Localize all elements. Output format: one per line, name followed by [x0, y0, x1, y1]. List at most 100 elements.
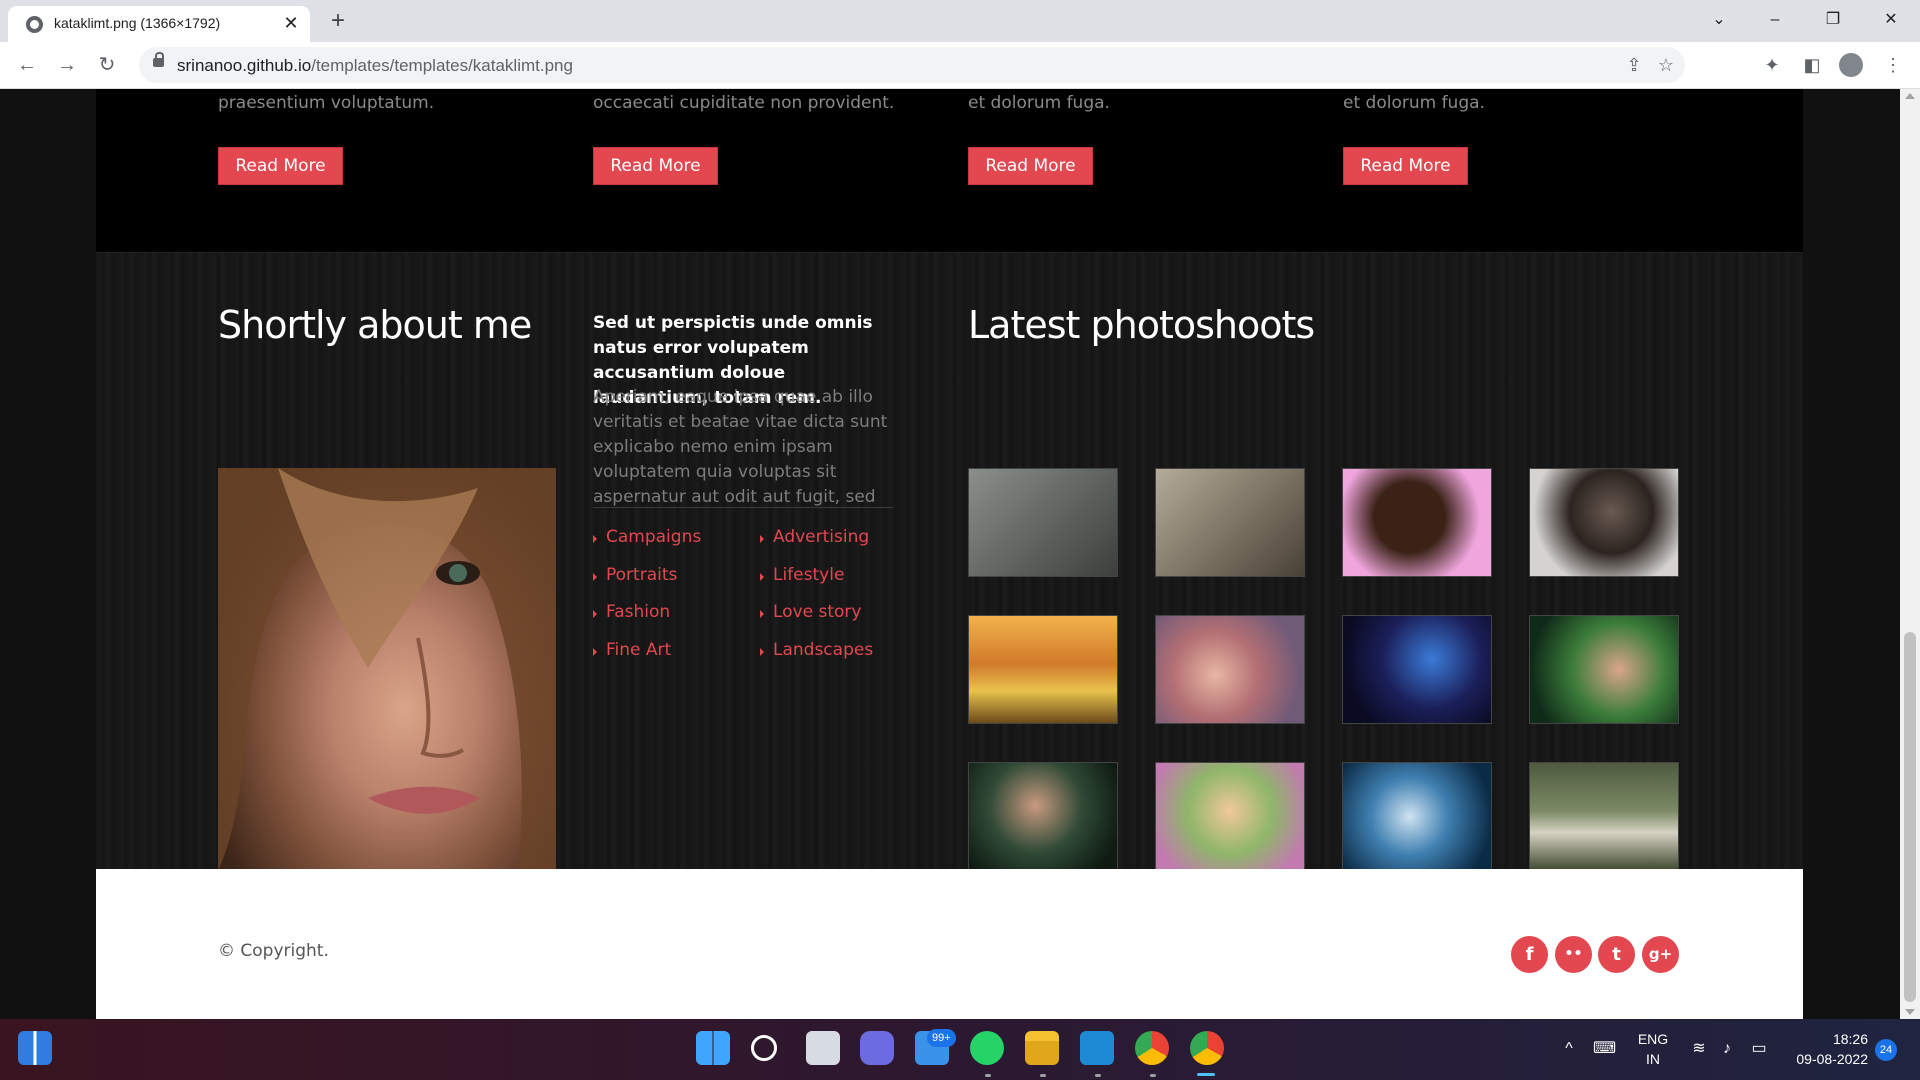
- bullet-arrow-icon: [760, 648, 764, 656]
- search-icon[interactable]: [751, 1035, 777, 1061]
- task-view-icon[interactable]: [806, 1031, 840, 1065]
- portrait-illustration: [218, 468, 556, 871]
- page-scrollbar[interactable]: [1900, 89, 1920, 1019]
- category-link-fine-art[interactable]: Fine Art: [606, 640, 671, 660]
- chrome-icon[interactable]: [1135, 1031, 1169, 1065]
- about-divider: [593, 507, 893, 508]
- battery-icon[interactable]: ▭: [1748, 1038, 1770, 1060]
- read-more-button[interactable]: Read More: [218, 147, 343, 185]
- photo-thumbnail[interactable]: [1342, 762, 1492, 871]
- photo-thumbnail[interactable]: [1342, 468, 1492, 577]
- read-more-button[interactable]: Read More: [1343, 147, 1468, 185]
- photo-thumbnail[interactable]: [968, 762, 1118, 871]
- file-explorer-icon[interactable]: [1025, 1031, 1059, 1065]
- tab-title: kataklimt.png (1366×1792): [54, 15, 221, 31]
- running-indicator: [1150, 1074, 1156, 1077]
- wifi-icon[interactable]: ≋: [1688, 1038, 1710, 1060]
- whatsapp-icon[interactable]: [970, 1031, 1004, 1065]
- scroll-up-arrow-icon[interactable]: [1905, 93, 1915, 99]
- tray-chevron-up-icon[interactable]: ^: [1558, 1038, 1580, 1060]
- photo-thumbnail[interactable]: [1529, 468, 1679, 577]
- service-text: occaecati cupiditate non provident.: [593, 93, 895, 113]
- minimize-button[interactable]: –: [1752, 4, 1798, 36]
- clock-date[interactable]: 09-08-2022: [1778, 1051, 1868, 1067]
- photo-thumbnail[interactable]: [1155, 615, 1305, 724]
- profile-avatar[interactable]: [1839, 53, 1863, 77]
- photo-thumbnail[interactable]: [1529, 615, 1679, 724]
- category-link-fashion[interactable]: Fashion: [606, 602, 670, 622]
- running-indicator: [1095, 1074, 1101, 1077]
- back-button[interactable]: ←: [12, 50, 42, 80]
- menu-kebab-icon[interactable]: ⋮: [1878, 50, 1908, 80]
- bullet-arrow-icon: [760, 610, 764, 618]
- widgets-icon[interactable]: [18, 1031, 52, 1065]
- photo-thumbnail[interactable]: [1155, 468, 1305, 577]
- globe-icon: [26, 16, 43, 33]
- photo-thumbnail[interactable]: [1155, 762, 1305, 871]
- scrollbar-thumb[interactable]: [1904, 632, 1916, 1002]
- os-taskbar: 99+ ^ ⌨ ENG IN ≋ ♪ ▭ 18:26 09-08-2022 24: [0, 1019, 1920, 1080]
- service-text: et dolorum fuga.: [1343, 93, 1485, 113]
- touch-keyboard-icon[interactable]: ⌨: [1593, 1038, 1616, 1060]
- restore-button[interactable]: ❐: [1810, 4, 1856, 36]
- mail-badge: 99+: [927, 1029, 956, 1047]
- google-plus-icon[interactable]: g+: [1642, 936, 1679, 973]
- forward-button[interactable]: →: [52, 50, 82, 80]
- volume-icon[interactable]: ♪: [1716, 1038, 1738, 1060]
- browser-tabbar: kataklimt.png (1366×1792) ✕ + ⌄ – ❐ ✕: [0, 0, 1920, 42]
- bullet-arrow-icon: [593, 535, 597, 543]
- running-indicator: [985, 1074, 991, 1077]
- language-code[interactable]: ENG: [1634, 1031, 1672, 1047]
- facebook-icon[interactable]: f: [1511, 936, 1548, 973]
- bookmark-star-icon[interactable]: ☆: [1654, 53, 1678, 77]
- windows-start-icon[interactable]: [696, 1031, 730, 1065]
- bullet-arrow-icon: [760, 535, 764, 543]
- category-link-landscapes[interactable]: Landscapes: [773, 640, 873, 660]
- service-text: praesentium voluptatum.: [218, 93, 435, 113]
- reload-button[interactable]: ↻: [92, 50, 122, 80]
- vscode-icon[interactable]: [1080, 1031, 1114, 1065]
- photo-thumbnail[interactable]: [968, 468, 1118, 577]
- lock-icon[interactable]: [153, 52, 164, 67]
- bullet-arrow-icon: [593, 610, 597, 618]
- flickr-icon[interactable]: ••: [1555, 936, 1592, 973]
- photo-thumbnail[interactable]: [968, 615, 1118, 724]
- read-more-button[interactable]: Read More: [968, 147, 1093, 185]
- read-more-button[interactable]: Read More: [593, 147, 718, 185]
- bullet-arrow-icon: [760, 573, 764, 581]
- teams-chat-icon[interactable]: [860, 1031, 894, 1065]
- photo-thumbnail[interactable]: [1342, 615, 1492, 724]
- portrait-image: [218, 468, 556, 871]
- page-footer: © Copyright. f •• t g+: [96, 869, 1803, 1019]
- address-bar[interactable]: srinanoo.github.io/templates/templates/k…: [139, 47, 1685, 83]
- language-region[interactable]: IN: [1634, 1051, 1672, 1067]
- running-indicator: [1040, 1074, 1046, 1077]
- new-tab-button[interactable]: +: [324, 8, 352, 36]
- scroll-down-arrow-icon[interactable]: [1905, 1009, 1915, 1015]
- bullet-arrow-icon: [593, 573, 597, 581]
- notification-count-badge[interactable]: 24: [1875, 1039, 1897, 1061]
- url-text[interactable]: srinanoo.github.io/templates/templates/k…: [177, 56, 573, 76]
- category-link-portraits[interactable]: Portraits: [606, 565, 677, 585]
- photo-thumbnail[interactable]: [1529, 762, 1679, 871]
- browser-tab-active[interactable]: kataklimt.png (1366×1792) ✕: [8, 6, 310, 42]
- category-link-lifestyle[interactable]: Lifestyle: [773, 565, 844, 585]
- category-link-advertising[interactable]: Advertising: [773, 527, 869, 547]
- close-tab-icon[interactable]: ✕: [280, 12, 302, 34]
- service-text: et dolorum fuga.: [968, 93, 1110, 113]
- tab-search-chevron-icon[interactable]: ⌄: [1696, 4, 1742, 36]
- extensions-icon[interactable]: ✦: [1757, 50, 1787, 80]
- close-window-button[interactable]: ✕: [1868, 4, 1914, 36]
- share-icon[interactable]: ⇪: [1622, 53, 1646, 77]
- chrome-active-icon[interactable]: [1190, 1031, 1224, 1065]
- bullet-arrow-icon: [593, 648, 597, 656]
- page-container: praesentium voluptatum. Read More occaec…: [96, 89, 1803, 1019]
- active-app-indicator: [1197, 1073, 1215, 1076]
- category-link-love-story[interactable]: Love story: [773, 602, 861, 622]
- clock-time[interactable]: 18:26: [1778, 1031, 1868, 1047]
- twitter-icon[interactable]: t: [1598, 936, 1635, 973]
- side-panel-icon[interactable]: ◧: [1797, 50, 1827, 80]
- category-link-campaigns[interactable]: Campaigns: [606, 527, 701, 547]
- about-title: Shortly about me: [218, 303, 532, 347]
- about-body: Aperiam, eaque ipsa quae ab illo veritat…: [593, 387, 888, 507]
